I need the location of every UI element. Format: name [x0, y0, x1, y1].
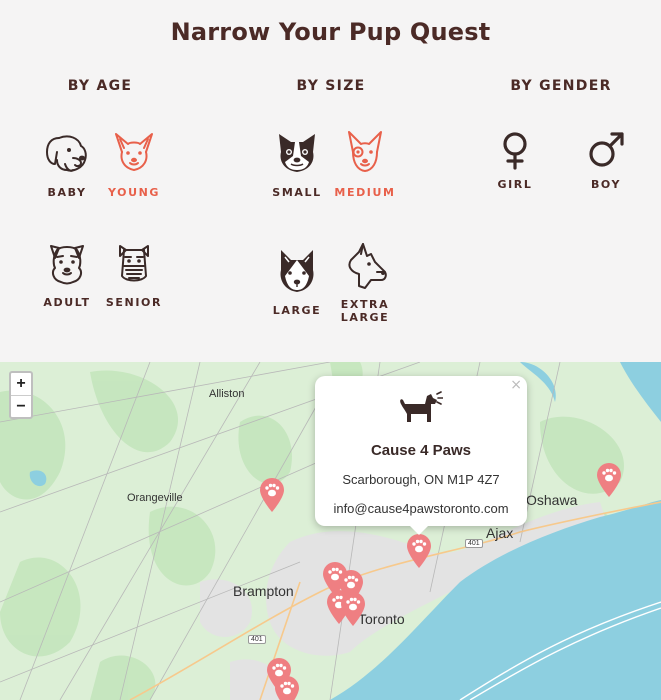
barking-dog-icon	[400, 391, 443, 422]
size-option-medium[interactable]: MEDIUM	[320, 130, 410, 199]
gender-option-label: BOY	[590, 178, 622, 191]
gender-option-girl[interactable]: GIRL	[470, 130, 560, 191]
female-symbol-icon	[503, 132, 527, 170]
place-label: Alliston	[209, 388, 245, 400]
filter-panel: Narrow Your Pup Quest BY AGE BY SIZE BY …	[0, 0, 661, 362]
gender-heading: BY GENDER	[510, 78, 612, 94]
place-label: Ajax	[486, 525, 514, 541]
place-label: Oshawa	[526, 492, 578, 508]
age-option-young[interactable]: YOUNG	[89, 130, 179, 199]
shelter-email[interactable]: info@cause4pawstoronto.com	[315, 501, 527, 516]
size-option-label: MEDIUM	[334, 186, 396, 199]
age-option-label: YOUNG	[107, 186, 161, 199]
gender-option-boy[interactable]: BOY	[561, 130, 651, 191]
popup-close-button[interactable]: ×	[510, 377, 522, 393]
size-option-label: EXTRA LARGE	[340, 298, 390, 324]
bull-terrier-icon	[348, 131, 382, 172]
puppy-face-icon	[46, 135, 87, 172]
shelter-pin[interactable]	[406, 534, 432, 568]
place-label: Orangeville	[127, 492, 183, 504]
size-heading: BY SIZE	[296, 78, 366, 94]
husky-icon	[280, 250, 314, 292]
shelter-popup: × Cause 4 Paws Scarborough, ON M1P 4Z7 i…	[315, 376, 527, 535]
boston-terrier-icon	[279, 134, 315, 172]
shelter-pin[interactable]	[259, 478, 285, 512]
age-heading: BY AGE	[67, 78, 133, 94]
shelter-address: Scarborough, ON M1P 4Z7	[342, 472, 500, 487]
highway-shield: 401	[465, 539, 483, 548]
shelter-pin[interactable]	[596, 463, 622, 497]
young-dog-face-icon	[115, 133, 153, 171]
senior-dog-face-icon	[119, 245, 149, 282]
shelter-map[interactable]: + − Alliston Orangeville Brampton Toront…	[0, 362, 661, 700]
shelter-pin[interactable]	[340, 592, 366, 626]
zoom-control: + −	[9, 371, 33, 419]
zoom-out-button[interactable]: −	[11, 395, 31, 417]
place-label: Brampton	[233, 583, 294, 599]
page-title: Narrow Your Pup Quest	[170, 18, 491, 46]
shelter-pin[interactable]	[274, 676, 300, 700]
male-symbol-icon	[589, 132, 624, 167]
adult-dog-face-icon	[50, 245, 84, 285]
gender-option-label: GIRL	[497, 178, 533, 191]
zoom-in-button[interactable]: +	[11, 373, 31, 395]
size-option-extra-large[interactable]: EXTRA LARGE	[320, 242, 410, 324]
great-dane-icon	[348, 243, 387, 289]
age-option-senior[interactable]: SENIOR	[89, 240, 179, 309]
shelter-name: Cause 4 Paws	[370, 442, 472, 459]
highway-shield: 401	[248, 635, 266, 644]
age-option-label: SENIOR	[105, 296, 163, 309]
